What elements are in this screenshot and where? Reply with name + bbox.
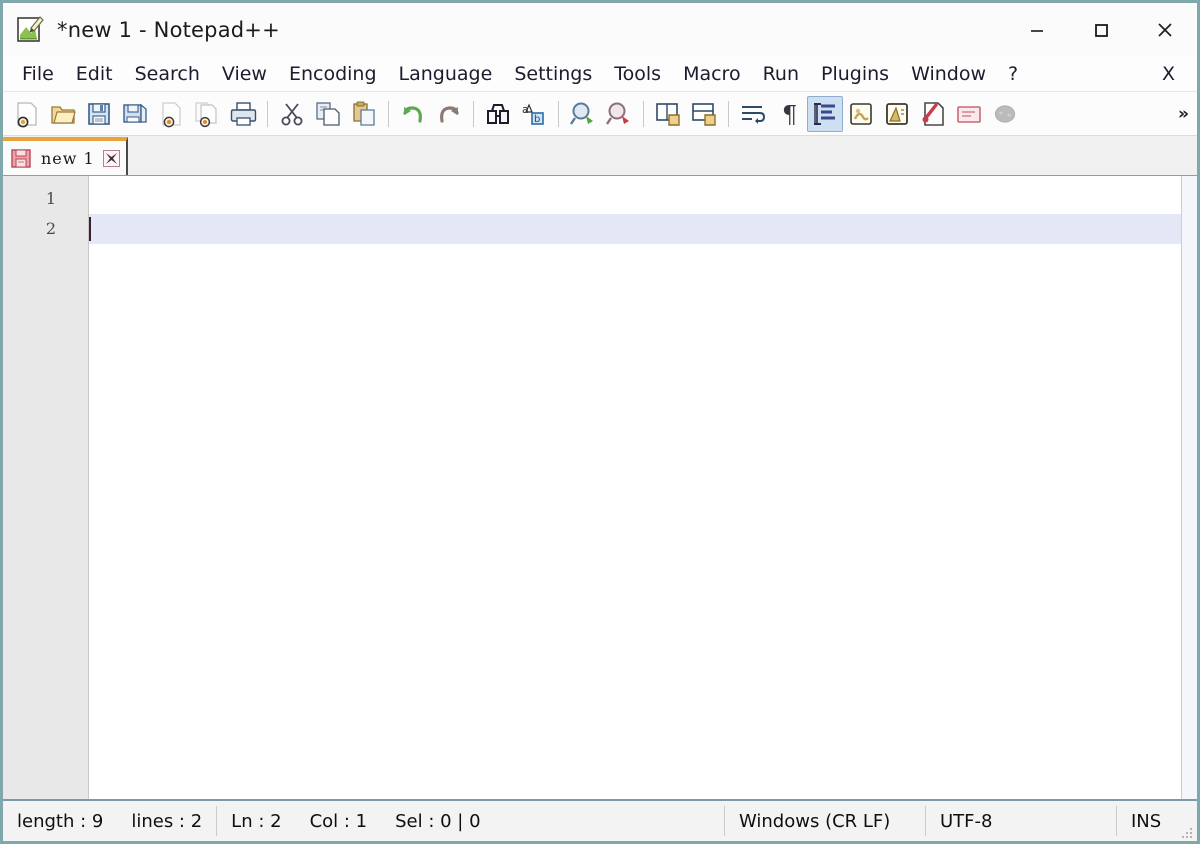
menu-item-tools[interactable]: Tools — [603, 61, 672, 87]
tab-label: new 1 — [41, 148, 95, 168]
open-file-icon[interactable] — [45, 96, 81, 132]
menu-item-run[interactable]: Run — [752, 61, 810, 87]
copy-icon[interactable] — [310, 96, 346, 132]
toolbar-separator — [728, 100, 729, 127]
svg-text:¶: ¶ — [782, 101, 797, 129]
status-sel: Sel : 0 | 0 — [395, 810, 481, 832]
toolbar-separator — [643, 100, 644, 127]
document-monitoring-icon[interactable] — [987, 96, 1023, 132]
window-controls — [1005, 3, 1197, 56]
text-caret — [89, 217, 91, 241]
code-line[interactable] — [89, 184, 1181, 214]
tab-new-1[interactable]: new 1 — [3, 137, 128, 175]
menu-item-plugins[interactable]: Plugins — [810, 61, 900, 87]
save-all-icon[interactable] — [117, 96, 153, 132]
resize-grip-icon[interactable] — [1180, 825, 1194, 839]
vertical-scrollbar[interactable] — [1181, 176, 1197, 799]
menu-item-macro[interactable]: Macro — [672, 61, 752, 87]
menu-item-view[interactable]: View — [211, 61, 278, 87]
zoom-out-icon[interactable] — [601, 96, 637, 132]
status-length: length : 9 — [17, 810, 104, 832]
menu-bar: File Edit Search View Encoding Language … — [3, 56, 1197, 92]
function-list-icon[interactable] — [915, 96, 951, 132]
status-col: Col : 1 — [309, 810, 368, 832]
sync-horizontal-scroll-icon[interactable] — [686, 96, 722, 132]
svg-text:a: a — [522, 103, 529, 116]
undo-icon[interactable] — [395, 96, 431, 132]
code-line-current[interactable] — [89, 214, 1181, 244]
line-number: 2 — [45, 219, 56, 238]
show-indent-guide-icon[interactable] — [807, 95, 843, 132]
editor-area: 1 2 — [3, 176, 1197, 799]
toolbar: a b ¶ » — [3, 92, 1197, 136]
notepad-plus-plus-window: *new 1 - Notepad++ File Edit Search View… — [0, 0, 1200, 844]
status-eol[interactable]: Windows (CR LF) — [725, 800, 925, 842]
line-number-gutter: 1 2 — [3, 176, 89, 799]
toolbar-separator — [473, 100, 474, 127]
save-icon[interactable] — [81, 96, 117, 132]
notepad-plus-plus-icon — [15, 15, 45, 45]
menu-item-settings[interactable]: Settings — [503, 61, 603, 87]
folder-as-workspace-icon[interactable] — [951, 96, 987, 132]
status-ln: Ln : 2 — [231, 810, 282, 832]
paste-icon[interactable] — [346, 96, 382, 132]
menu-item-language[interactable]: Language — [388, 61, 504, 87]
close-all-files-icon[interactable] — [189, 96, 225, 132]
toolbar-separator — [388, 100, 389, 127]
menu-item-help[interactable]: ? — [997, 61, 1029, 87]
show-all-characters-icon[interactable]: ¶ — [771, 96, 807, 132]
unsaved-floppy-icon — [11, 148, 31, 168]
title-bar: *new 1 - Notepad++ — [3, 3, 1197, 56]
menu-item-encoding[interactable]: Encoding — [278, 61, 388, 87]
print-icon[interactable] — [225, 96, 261, 132]
tab-close-icon[interactable] — [102, 149, 120, 167]
toolbar-overflow-button[interactable]: » — [1178, 104, 1189, 124]
menu-item-search[interactable]: Search — [124, 61, 211, 87]
document-map-icon[interactable] — [879, 96, 915, 132]
menu-item-window[interactable]: Window — [900, 61, 997, 87]
word-wrap-icon[interactable] — [735, 96, 771, 132]
toolbar-separator — [558, 100, 559, 127]
close-file-icon[interactable] — [153, 96, 189, 132]
line-number: 1 — [45, 189, 56, 208]
status-bar: length : 9 lines : 2 Ln : 2 Col : 1 Sel … — [3, 799, 1197, 841]
minimize-button[interactable] — [1005, 3, 1069, 56]
replace-icon[interactable]: a b — [516, 96, 552, 132]
status-encoding[interactable]: UTF-8 — [926, 800, 1116, 842]
new-file-icon[interactable] — [9, 96, 45, 132]
close-button[interactable] — [1133, 3, 1197, 56]
zoom-in-icon[interactable] — [565, 96, 601, 132]
toolbar-separator — [267, 100, 268, 127]
find-icon[interactable] — [480, 96, 516, 132]
tab-bar: new 1 — [3, 136, 1197, 176]
svg-text:b: b — [534, 114, 540, 125]
code-text-area[interactable] — [89, 176, 1181, 799]
window-title: *new 1 - Notepad++ — [57, 17, 280, 42]
redo-icon[interactable] — [431, 96, 467, 132]
menu-item-file[interactable]: File — [11, 61, 65, 87]
sync-vertical-scroll-icon[interactable] — [650, 96, 686, 132]
close-document-button[interactable]: X — [1154, 61, 1183, 87]
user-defined-dialog-icon[interactable] — [843, 96, 879, 132]
status-lines: lines : 2 — [131, 810, 203, 832]
menu-item-edit[interactable]: Edit — [65, 61, 124, 87]
cut-icon[interactable] — [274, 96, 310, 132]
maximize-button[interactable] — [1069, 3, 1133, 56]
